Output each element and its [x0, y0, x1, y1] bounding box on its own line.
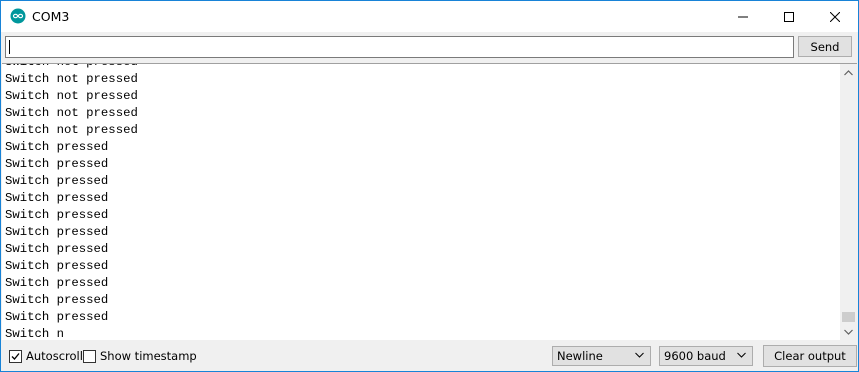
autoscroll-label: Autoscroll — [26, 349, 83, 363]
send-button[interactable]: Send — [798, 36, 852, 57]
text-caret — [9, 40, 10, 54]
serial-output[interactable]: Switch not pressed Switch not pressed Sw… — [2, 63, 857, 340]
output-line: Switch not pressed — [5, 106, 138, 120]
bottom-bar: Autoscroll Show timestamp Newline 9600 b… — [1, 340, 858, 371]
clear-output-button[interactable]: Clear output — [763, 345, 857, 367]
output-line: Switch pressed — [5, 225, 109, 239]
line-ending-select[interactable]: Newline — [552, 346, 651, 366]
output-line-partial: Switch not pressed — [5, 64, 138, 71]
autoscroll-checkbox-box[interactable] — [9, 349, 22, 363]
scroll-up-button[interactable] — [840, 64, 857, 81]
output-line: Switch pressed — [5, 276, 109, 290]
output-line: Switch pressed — [5, 174, 109, 188]
output-line: Switch not pressed — [5, 89, 138, 103]
output-line: Switch pressed — [5, 293, 109, 307]
chevron-up-icon — [844, 69, 853, 75]
output-line: Switch pressed — [5, 259, 109, 273]
output-line: Switch pressed — [5, 310, 109, 324]
vertical-scrollbar[interactable] — [840, 64, 857, 340]
autoscroll-checkbox[interactable]: Autoscroll — [9, 349, 83, 363]
maximize-icon — [784, 11, 794, 22]
send-input[interactable] — [5, 36, 794, 58]
output-line: Switch not pressed — [5, 72, 138, 86]
maximize-button[interactable] — [766, 1, 812, 32]
close-button[interactable] — [812, 1, 858, 32]
show-timestamp-label: Show timestamp — [100, 349, 197, 363]
checkmark-icon — [11, 352, 20, 360]
output-lines: Switch not pressed Switch not pressed Sw… — [5, 64, 138, 340]
scroll-down-button[interactable] — [840, 323, 857, 340]
output-line: Switch not pressed — [5, 123, 138, 137]
output-line: Switch pressed — [5, 208, 109, 222]
output-line: Switch pressed — [5, 191, 109, 205]
minimize-button[interactable] — [720, 1, 766, 32]
output-line: Switch pressed — [5, 140, 109, 154]
chevron-down-icon — [844, 329, 853, 335]
serial-monitor-window: COM3 Send Switch not pressed Switch not … — [0, 0, 859, 372]
show-timestamp-checkbox-box[interactable] — [83, 349, 96, 363]
scroll-thumb[interactable] — [842, 312, 855, 322]
baud-rate-select[interactable]: 9600 baud — [659, 346, 753, 366]
baud-rate-value: 9600 baud — [664, 349, 726, 363]
output-line: Switch pressed — [5, 242, 109, 256]
send-bar: Send — [1, 32, 858, 63]
output-line: Switch n — [5, 327, 65, 340]
close-icon — [830, 11, 840, 22]
title-bar: COM3 — [1, 1, 858, 32]
minimize-icon — [738, 16, 748, 17]
show-timestamp-checkbox[interactable]: Show timestamp — [83, 349, 197, 363]
chevron-down-icon — [737, 352, 746, 358]
window-title: COM3 — [32, 9, 70, 24]
arduino-icon — [10, 8, 26, 24]
output-line: Switch pressed — [5, 157, 109, 171]
chevron-down-icon — [635, 352, 644, 358]
line-ending-value: Newline — [557, 349, 603, 363]
